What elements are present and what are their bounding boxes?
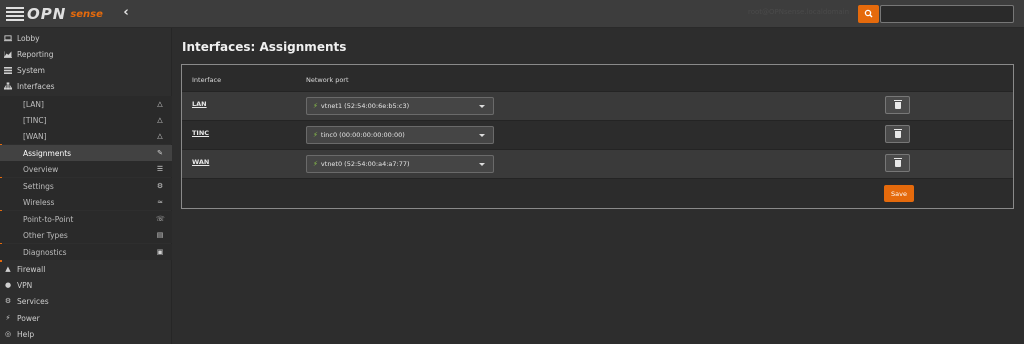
opnsense-logo[interactable]: OPN sense (6, 5, 103, 23)
medkit-icon: ▣ (156, 248, 164, 256)
wifi-icon: ≈ (157, 198, 163, 206)
table-row: TINC ⚡ tinc0 (00:00:00:00:00:00) (182, 120, 1013, 150)
sidebar-item-label: Overview (23, 164, 59, 174)
assignments-table: Interface Network port LAN ⚡ vtnet1 (52:… (181, 64, 1014, 209)
page-title: Interfaces: Assignments (182, 40, 347, 54)
server-icon (4, 66, 12, 74)
caret-down-icon (479, 105, 485, 108)
column-header-interface: Interface (192, 76, 222, 84)
sidebar-item-label: [WAN] (23, 131, 47, 141)
sidebar-item-label: [TINC] (23, 115, 47, 125)
sidebar-item-assignments[interactable]: Assignments ✎ (0, 145, 172, 161)
sitemap-icon: △ (157, 116, 163, 124)
sidebar-item-label: Other Types (23, 230, 68, 240)
trash-icon (894, 158, 902, 167)
sidebar-item-help[interactable]: ◎ Help (0, 326, 172, 342)
interface-link-lan[interactable]: LAN (192, 100, 207, 108)
network-port-select[interactable]: ⚡ tinc0 (00:00:00:00:00:00) (306, 126, 494, 144)
table-row: LAN ⚡ vtnet1 (52:54:00:6e:b5:c3) (182, 91, 1013, 121)
sidebar-item-label: Interfaces (17, 81, 55, 91)
sidebar-item-label: Reporting (17, 49, 54, 59)
sidebar-item-settings[interactable]: Settings ⚙ (0, 178, 172, 194)
interface-link-tinc[interactable]: TINC (192, 129, 209, 137)
life-ring-icon: ◎ (4, 330, 12, 338)
sidebar-item-power[interactable]: ⚡ Power (0, 310, 172, 326)
sitemap-icon: △ (157, 100, 163, 108)
laptop-icon (4, 34, 12, 42)
sitemap-icon: △ (157, 132, 163, 140)
sidebar-item-lobby[interactable]: Lobby (0, 30, 172, 46)
logo-sense-text: sense (70, 8, 103, 20)
sidebar-item-overview[interactable]: Overview ☰ (0, 161, 172, 177)
sitemap-icon (4, 82, 12, 90)
logo-mark-icon (6, 6, 24, 22)
sidebar-item-interfaces[interactable]: Interfaces (0, 78, 172, 94)
sidebar-item-firewall[interactable]: ▲ Firewall (0, 261, 172, 277)
plug-icon: ⚡ (313, 131, 318, 139)
user-label: root@OPNsense.localdomain (748, 8, 850, 16)
cog-icon: ⚙ (4, 297, 12, 305)
sidebar-item-services[interactable]: ⚙ Services (0, 293, 172, 309)
sidebar-item-vpn[interactable]: ● VPN (0, 277, 172, 293)
plug-icon: ⚡ (313, 102, 318, 110)
sidebar-item-reporting[interactable]: Reporting (0, 46, 172, 62)
save-button[interactable]: Save (884, 185, 914, 202)
network-port-select[interactable]: ⚡ vtnet1 (52:54:00:6e:b5:c3) (306, 97, 494, 115)
sidebar-item-label: Diagnostics (23, 247, 67, 257)
caret-down-icon (479, 134, 485, 137)
sidebar-item-label: [LAN] (23, 99, 44, 109)
top-bar: OPN sense ‹ root@OPNsense.localdomain (0, 0, 1024, 28)
sidebar-item-label: Point-to-Point (23, 214, 74, 224)
area-chart-icon (4, 50, 12, 58)
pencil-icon: ✎ (157, 149, 163, 157)
sidebar-item-wan[interactable]: [WAN] △ (0, 128, 172, 144)
fire-icon: ▲ (5, 265, 11, 273)
sidebar-item-label: Power (17, 313, 40, 323)
network-port-value: vtnet0 (52:54:00:a4:a7:77) (320, 160, 410, 168)
tty-icon: ☏ (156, 215, 165, 223)
save-row: Save (182, 178, 1013, 208)
globe-icon: ● (4, 281, 12, 289)
delete-button[interactable] (885, 96, 910, 114)
chevron-left-icon[interactable]: ‹ (119, 6, 133, 20)
search-icon (864, 9, 873, 18)
sidebar-item-label: VPN (17, 280, 33, 290)
sidebar-item-tinc[interactable]: [TINC] △ (0, 112, 172, 128)
interface-link-wan[interactable]: WAN (192, 158, 209, 166)
sidebar-item-label: Settings (23, 181, 54, 191)
sidebar-item-label: Help (17, 329, 35, 339)
plug-icon: ⚡ (5, 314, 11, 322)
network-port-value: vtnet1 (52:54:00:6e:b5:c3) (320, 102, 410, 110)
sidebar-item-point-to-point[interactable]: Point-to-Point ☏ (0, 211, 172, 227)
archive-icon: ▤ (156, 231, 164, 239)
sidebar-item-label: Assignments (23, 148, 72, 158)
sidebar-item-label: Firewall (17, 264, 46, 274)
network-port-value: tinc0 (00:00:00:00:00:00) (320, 131, 405, 139)
trash-icon (894, 100, 902, 109)
sidebar-item-label: System (17, 65, 45, 75)
sidebar-item-diagnostics[interactable]: Diagnostics ▣ (0, 244, 172, 260)
cogs-icon: ⚙ (156, 182, 164, 190)
caret-down-icon (479, 163, 485, 166)
trash-icon (894, 129, 902, 138)
search-input[interactable] (880, 5, 1014, 23)
delete-button[interactable] (885, 125, 910, 143)
sidebar-item-label: Lobby (17, 33, 40, 43)
column-header-network-port: Network port (306, 76, 349, 84)
sidebar-item-other-types[interactable]: Other Types ▤ (0, 227, 172, 243)
logo-text: OPN (27, 5, 67, 23)
sidebar-item-label: Wireless (23, 197, 55, 207)
plug-icon: ⚡ (313, 160, 318, 168)
delete-button[interactable] (885, 154, 910, 172)
table-header: Interface Network port (182, 65, 1013, 91)
search-button[interactable] (858, 5, 879, 23)
sidebar-item-label: Services (17, 296, 49, 306)
sidebar-item-lan[interactable]: [LAN] △ (0, 96, 172, 112)
sidebar-item-system[interactable]: System (0, 62, 172, 78)
table-row: WAN ⚡ vtnet0 (52:54:00:a4:a7:77) (182, 149, 1013, 179)
tasks-icon: ☰ (156, 165, 164, 173)
network-port-select[interactable]: ⚡ vtnet0 (52:54:00:a4:a7:77) (306, 155, 494, 173)
sidebar: Lobby Reporting System Interfaces [LAN] … (0, 28, 172, 344)
sidebar-item-wireless[interactable]: Wireless ≈ (0, 194, 172, 210)
